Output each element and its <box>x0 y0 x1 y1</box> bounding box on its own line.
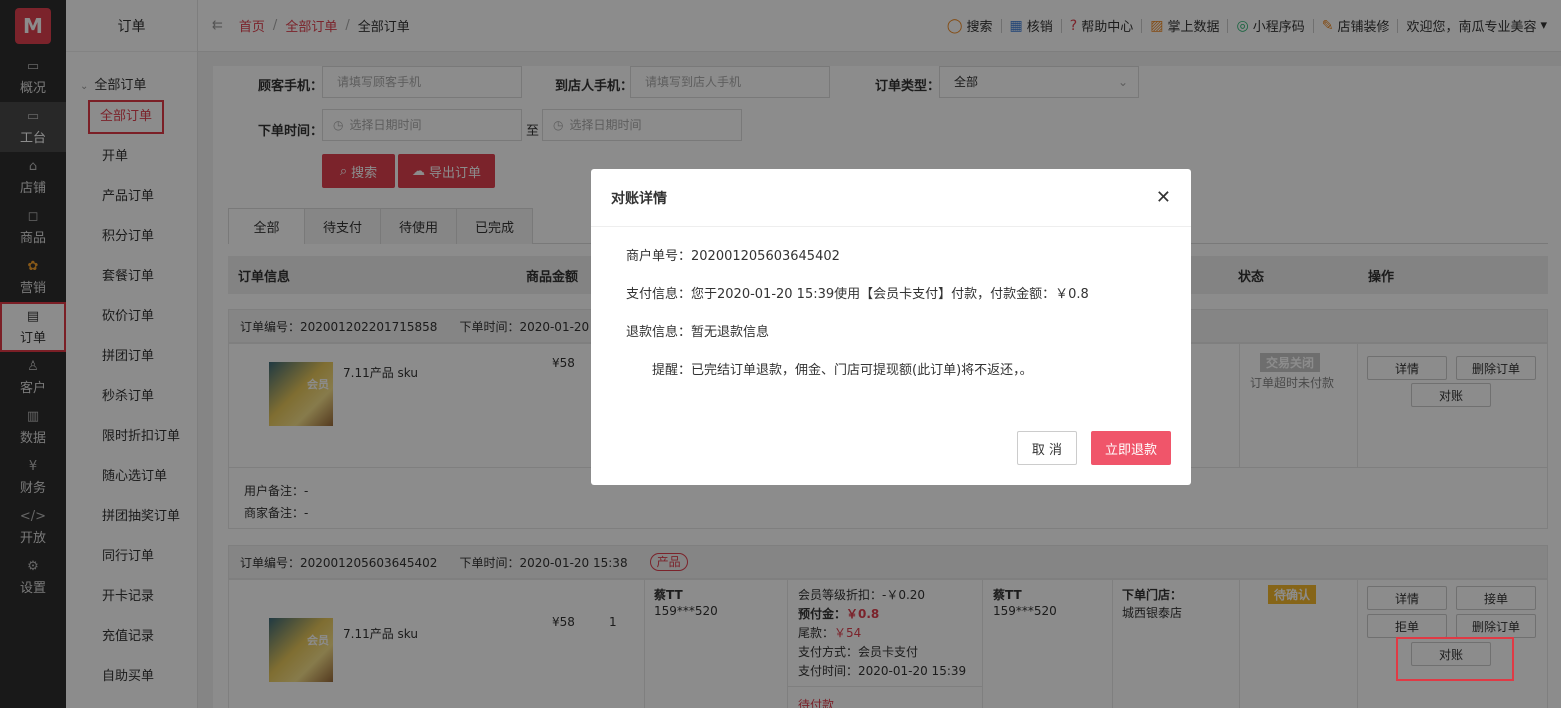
dialog-header: 对账详情 ✕ <box>591 169 1191 227</box>
app: M ▭ 概况 ▭ 工台 ⌂ 店铺 ◻ 商品 ✿ 营销 ▤ 订单 ♙ 客户 ▥ 数据 ¥ 财务 </… <box>0 0 1561 708</box>
dialog-title: 对账详情 <box>611 190 667 207</box>
pay-info-label: 支付信息： <box>625 287 691 302</box>
reconcile-dialog: 对账详情 ✕ 商户单号：202001205603645402 支付信息：您于20… <box>591 169 1191 485</box>
refund-info-row: 退款信息：暂无退款信息 <box>591 321 769 340</box>
merchant-no-row: 商户单号：202001205603645402 <box>591 245 840 264</box>
refund-now-button[interactable]: 立即退款 <box>1091 431 1171 465</box>
pay-info-row: 支付信息：您于2020-01-20 15:39使用【会员卡支付】付款，付款金额：… <box>591 283 1089 302</box>
refund-info-value: 暂无退款信息 <box>691 325 770 340</box>
remind-value: 已完结订单退款，佣金、门店可提现额(此订单)将不返还，。 <box>691 363 1033 378</box>
remind-label: 提醒： <box>651 363 691 378</box>
pay-info-value: 您于2020-01-20 15:39使用【会员卡支付】付款，付款金额：￥0.8 <box>691 287 1089 302</box>
highlight-reconcile <box>1396 637 1514 681</box>
merchant-no-value: 202001205603645402 <box>691 249 840 264</box>
merchant-no-label: 商户单号： <box>625 249 691 264</box>
refund-info-label: 退款信息： <box>625 325 691 340</box>
cancel-button[interactable]: 取 消 <box>1017 431 1077 465</box>
close-icon[interactable]: ✕ <box>1156 187 1171 208</box>
remind-row: 提醒：已完结订单退款，佣金、门店可提现额(此订单)将不返还，。 <box>591 359 1033 378</box>
